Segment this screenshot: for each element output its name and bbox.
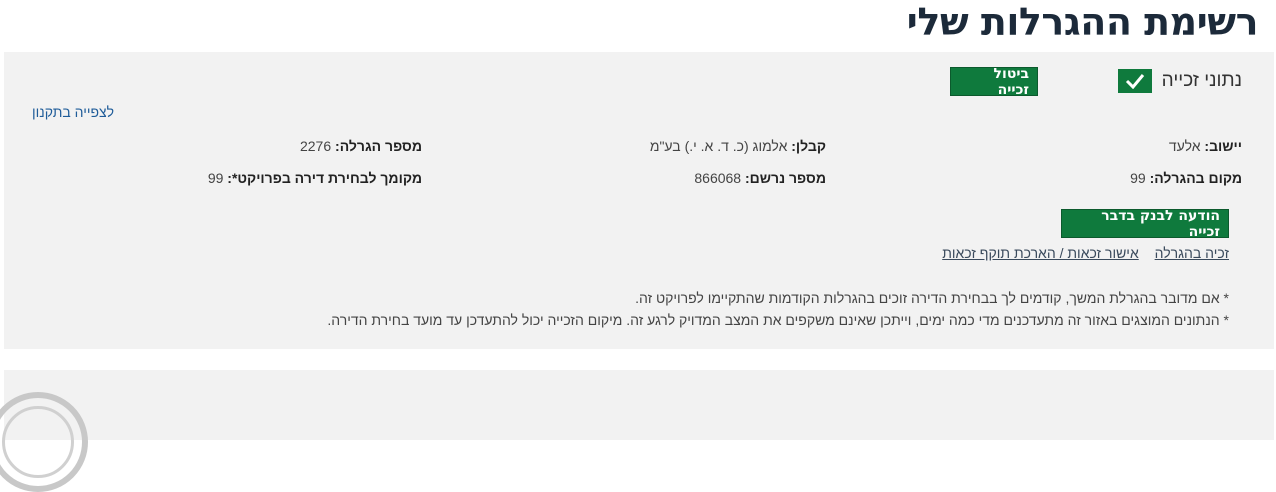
win-status: נתוני זכייה xyxy=(1117,67,1242,95)
note-line: * הנתונים המוצגים באזור זה מתעדכנים מדי … xyxy=(327,312,1229,328)
eligibility-link[interactable]: אישור זכאות / הארכת תוקף זכאות xyxy=(942,245,1139,261)
page-title: רשימת ההגרלות שלי xyxy=(906,0,1259,44)
contractor-label: קבלן: xyxy=(791,138,826,154)
apartment-choice-field: מקומך לבחירת דירה בפרויקט*: 99 xyxy=(208,170,422,186)
lottery-number-value: 2276 xyxy=(299,138,336,154)
action-links: זכיה בהגרלה אישור זכאות / הארכת תוקף זכא… xyxy=(930,245,1229,261)
apartment-choice-value: 99 xyxy=(207,170,228,186)
registration-label: מספר נרשם: xyxy=(744,170,826,186)
cancel-win-button[interactable]: ביטול זכייה xyxy=(950,66,1038,98)
notify-bank-button[interactable]: הודעה לבנק בדבר זכייה xyxy=(1061,208,1229,240)
win-in-lottery-link[interactable]: זכיה בהגרלה xyxy=(1155,245,1229,261)
note-line: * אם מדובר בהגרלת המשך, קודמים לך בבחירת… xyxy=(635,290,1229,306)
win-status-label: נתוני זכייה xyxy=(1161,70,1242,91)
contractor-field: קבלן: אלמוג (כ. ד. א. י.) בע"מ xyxy=(650,138,826,154)
registration-value: 866068 xyxy=(694,170,745,186)
notes: * אם מדובר בהגרלת המשך, קודמים לך בבחירת… xyxy=(327,287,1229,331)
view-regulations-link[interactable]: לצפייה בתקנון xyxy=(32,104,114,120)
lottery-position-field: מקום בהגרלה: 99 xyxy=(1130,170,1242,186)
lottery-card: נתוני זכייה ביטול זכייה לצפייה בתקנון יי… xyxy=(4,52,1274,349)
lottery-position-label: מקום בהגרלה: xyxy=(1149,170,1242,186)
apartment-choice-label: מקומך לבחירת דירה בפרויקט*: xyxy=(227,170,422,186)
checkmark-icon xyxy=(1117,69,1152,93)
lottery-number-label: מספר הגרלה: xyxy=(335,138,422,154)
settlement-label: יישוב: xyxy=(1204,138,1242,154)
settlement-value: אלעד xyxy=(1168,138,1205,154)
lottery-number-field: מספר הגרלה: 2276 xyxy=(300,138,422,154)
settlement-field: יישוב: אלעד xyxy=(1169,138,1242,154)
contractor-value: אלמוג (כ. ד. א. י.) בע"מ xyxy=(649,138,792,154)
registration-number-field: מספר נרשם: 866068 xyxy=(694,170,826,186)
lottery-position-value: 99 xyxy=(1130,170,1150,186)
